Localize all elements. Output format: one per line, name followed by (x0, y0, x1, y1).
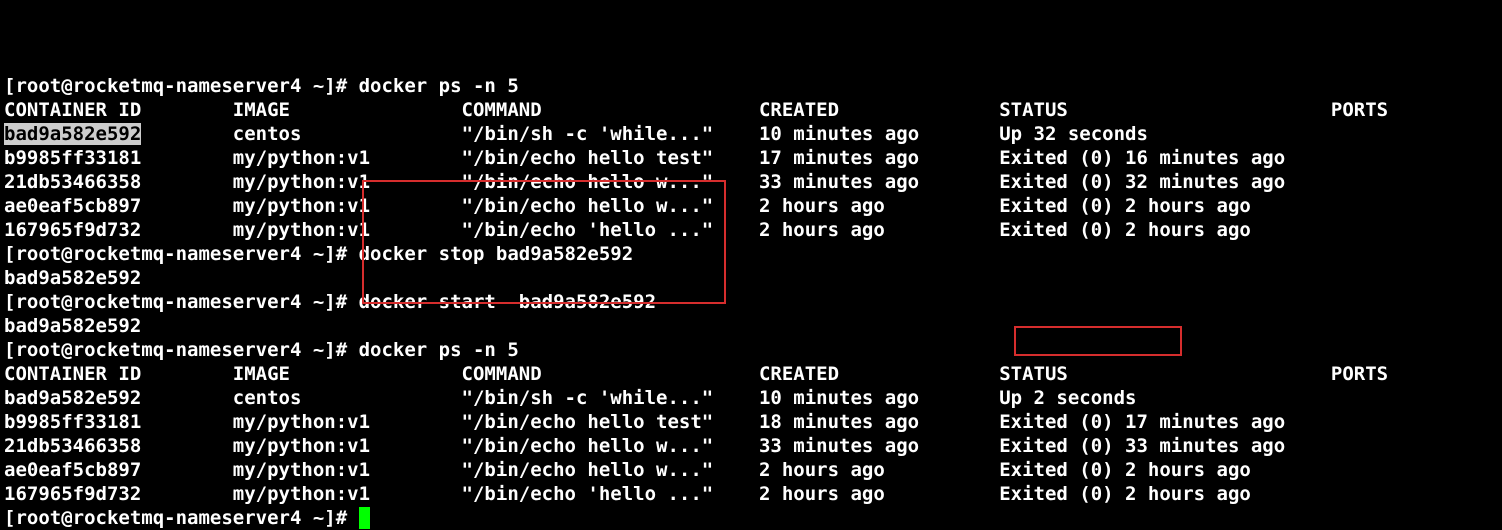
table-row: ae0eaf5cb897 my/python:v1 "/bin/echo hel… (4, 194, 1498, 218)
table-row: 21db53466358 my/python:v1 "/bin/echo hel… (4, 434, 1498, 458)
table-row: ae0eaf5cb897 my/python:v1 "/bin/echo hel… (4, 458, 1498, 482)
terminal-output[interactable]: [root@rocketmq-nameserver4 ~]# docker ps… (0, 0, 1502, 530)
prompt-line[interactable]: [root@rocketmq-nameserver4 ~]# (4, 506, 1498, 530)
table-row: b9985ff33181 my/python:v1 "/bin/echo hel… (4, 410, 1498, 434)
prompt-line: [root@rocketmq-nameserver4 ~]# docker st… (4, 242, 1498, 266)
prompt-line: [root@rocketmq-nameserver4 ~]# docker ps… (4, 338, 1498, 362)
output-line: bad9a582e592 (4, 266, 1498, 290)
prompt-line: [root@rocketmq-nameserver4 ~]# docker st… (4, 290, 1498, 314)
table-row: 167965f9d732 my/python:v1 "/bin/echo 'he… (4, 218, 1498, 242)
table-row: b9985ff33181 my/python:v1 "/bin/echo hel… (4, 146, 1498, 170)
selected-container-id: bad9a582e592 (4, 123, 141, 145)
table-row: bad9a582e592 centos "/bin/sh -c 'while..… (4, 122, 1498, 146)
table-row: 21db53466358 my/python:v1 "/bin/echo hel… (4, 170, 1498, 194)
output-line: bad9a582e592 (4, 314, 1498, 338)
cursor (359, 507, 370, 529)
ps-header: CONTAINER ID IMAGE COMMAND CREATED STATU… (4, 362, 1498, 386)
table-row: bad9a582e592 centos "/bin/sh -c 'while..… (4, 386, 1498, 410)
prompt-line: [root@rocketmq-nameserver4 ~]# docker ps… (4, 74, 1498, 98)
ps-header: CONTAINER ID IMAGE COMMAND CREATED STATU… (4, 98, 1498, 122)
table-row: 167965f9d732 my/python:v1 "/bin/echo 'he… (4, 482, 1498, 506)
